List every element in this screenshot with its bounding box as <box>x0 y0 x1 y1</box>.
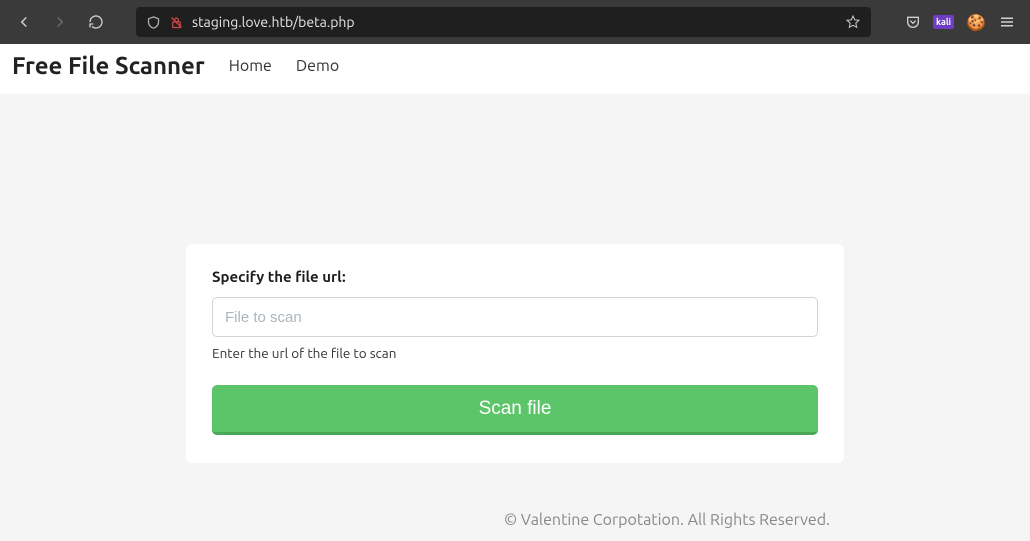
url-text: staging.love.htb/beta.php <box>192 14 837 30</box>
nav-link-home[interactable]: Home <box>229 57 272 75</box>
menu-button[interactable] <box>998 13 1016 31</box>
footer-text: © Valentine Corpotation. All Rights Rese… <box>0 511 1030 529</box>
site-navbar: Free File Scanner Home Demo <box>0 44 1030 94</box>
form-card: Specify the file url: Enter the url of t… <box>186 244 844 463</box>
back-button[interactable] <box>8 6 40 38</box>
nav-link-demo[interactable]: Demo <box>296 57 339 75</box>
address-bar[interactable]: staging.love.htb/beta.php <box>136 7 871 37</box>
file-url-label: Specify the file url: <box>212 268 818 285</box>
page-content: Free File Scanner Home Demo Specify the … <box>0 44 1030 541</box>
reload-button[interactable] <box>80 6 112 38</box>
toolbar-right: kali 🍪 <box>905 13 1022 32</box>
forward-button[interactable] <box>44 6 76 38</box>
lock-insecure-icon <box>169 15 184 30</box>
shield-icon <box>146 15 161 30</box>
kali-extension-icon[interactable]: kali <box>933 15 954 29</box>
pocket-icon[interactable] <box>905 14 921 30</box>
brand-title: Free File Scanner <box>12 52 205 79</box>
file-url-help: Enter the url of the file to scan <box>212 345 818 361</box>
scan-file-button[interactable]: Scan file <box>212 385 818 435</box>
cookie-extension-icon[interactable]: 🍪 <box>966 13 986 32</box>
file-url-input[interactable] <box>212 297 818 337</box>
bookmark-star-icon[interactable] <box>845 14 861 30</box>
browser-toolbar: staging.love.htb/beta.php kali 🍪 <box>0 0 1030 44</box>
main-area: Specify the file url: Enter the url of t… <box>0 94 1030 541</box>
